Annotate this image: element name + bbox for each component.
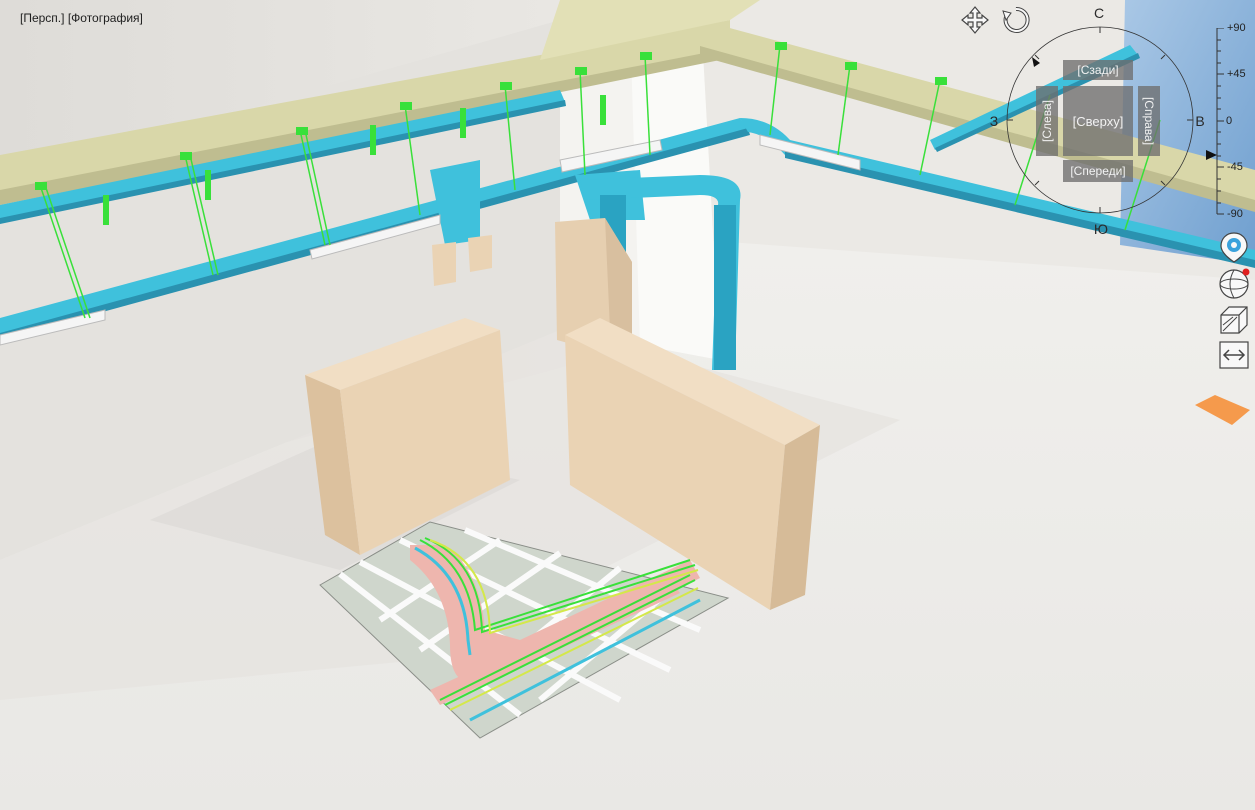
render-mode-toggle[interactable]: [Фотография] [68,11,143,25]
pan-icon[interactable] [958,3,992,37]
tilt-label-plus45: +45 [1227,68,1246,80]
tilt-scale[interactable] [1216,28,1224,218]
view-mode-toggle[interactable]: [Персп.] [20,11,64,25]
wall-box [468,235,492,272]
compass-south[interactable]: Ю [1091,221,1111,237]
compass-west[interactable]: З [984,113,1004,129]
globe-icon[interactable] [1217,266,1251,300]
measure-icon[interactable] [1217,338,1251,372]
viewport-label: [Персп.] [Фотография] [20,11,143,25]
tilt-label-minus45: -45 [1227,161,1243,173]
tilt-label-zero: 0 [1226,115,1233,127]
compass-east[interactable]: В [1190,113,1210,129]
viewcube-top[interactable]: [Сверху] [1063,86,1133,156]
3d-viewport[interactable]: [Персп.] [Фотография] С Ю З В [Сзади] [С… [0,0,1255,810]
viewcube-front[interactable]: [Спереди] [1063,160,1133,182]
tilt-label-minus90: -90 [1227,208,1243,220]
viewcube-back[interactable]: [Сзади] [1063,60,1133,80]
viewcube-left[interactable]: [Слева] [1036,86,1058,156]
tilt-pointer-icon[interactable] [1206,149,1218,161]
viewcube-right[interactable]: [Справа] [1138,86,1160,156]
wall-box [432,242,456,286]
section-box-icon[interactable] [1217,303,1251,337]
compass-north[interactable]: С [1089,5,1109,21]
location-pin-icon[interactable] [1217,230,1251,264]
tilt-label-plus90: +90 [1227,22,1246,34]
